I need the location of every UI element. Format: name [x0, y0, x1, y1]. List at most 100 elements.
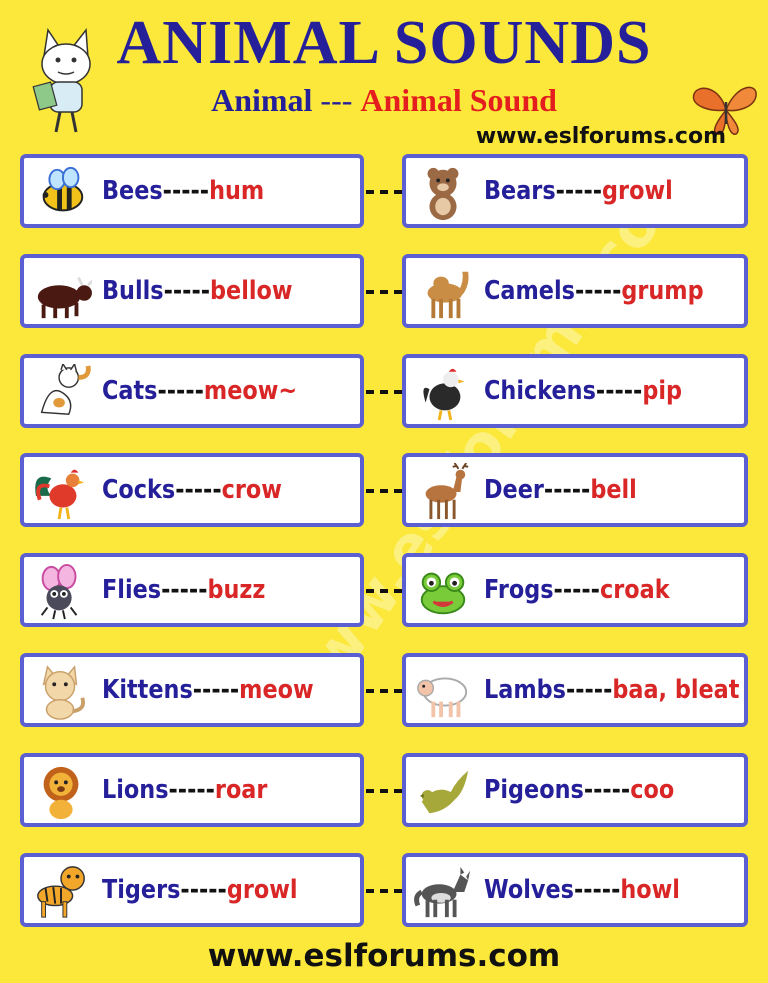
animal-card-wolves: Wolves ----- howl: [402, 853, 748, 927]
animal-sound-text: Lambs ----- baa, bleat: [484, 657, 739, 723]
animal-name: Tigers: [102, 875, 181, 905]
animal-sound: meow: [239, 675, 314, 705]
animal-sound: roar: [214, 775, 268, 805]
animal-card-tigers: Tigers ----- growl: [20, 853, 364, 927]
bull-icon: [37, 276, 92, 319]
wolf-icon: [414, 866, 471, 918]
page-subtitle: Animal --- Animal Sound: [0, 80, 768, 120]
animal-card-chickens: Chickens ----- pip: [402, 354, 748, 428]
animal-sound-text: Flies ----- buzz: [102, 557, 265, 623]
animal-sound: crow: [221, 475, 282, 505]
subtitle-animal: Animal: [211, 82, 313, 118]
animal-card-flies: Flies ----- buzz: [20, 553, 364, 627]
chicken-icon: [423, 368, 465, 421]
animal-name: Bees: [102, 176, 163, 206]
rooster-icon: [35, 469, 85, 520]
animal-card-lions: Lions ----- roar: [20, 753, 364, 827]
connector-dash: [366, 689, 402, 693]
animal-sound-text: Frogs ----- croak: [484, 557, 670, 623]
animal-sound-text: Chickens ----- pip: [484, 358, 682, 424]
separator: -----: [595, 376, 643, 406]
separator: -----: [192, 675, 240, 705]
animal-name: Flies: [102, 575, 162, 605]
animal-card-pigeons: Pigeons ----- coo: [402, 753, 748, 827]
animal-sound: growl: [602, 176, 673, 206]
animal-name: Pigeons: [484, 775, 584, 805]
animal-sound-text: Kittens ----- meow: [102, 657, 314, 723]
fly-icon: [40, 563, 78, 620]
animal-sound: growl: [226, 875, 298, 905]
animal-name: Deer: [484, 475, 544, 505]
tiger-icon: [37, 866, 85, 918]
animal-sound: coo: [630, 775, 675, 805]
cat-icon: [40, 364, 91, 416]
site-link-top[interactable]: www.eslforums.com: [476, 124, 726, 149]
animal-sound-text: Bulls ----- bellow: [102, 258, 293, 324]
animal-sound-text: Cats ----- meow~: [102, 358, 297, 424]
animal-name: Kittens: [102, 675, 193, 705]
subtitle-animal-sound: Animal Sound: [360, 82, 557, 118]
animal-sound: buzz: [207, 575, 266, 605]
lamb-icon: [417, 677, 468, 718]
separator: -----: [565, 675, 613, 705]
animal-card-lambs: Lambs ----- baa, bleat: [402, 653, 748, 727]
separator: -----: [574, 276, 622, 306]
separator: -----: [168, 775, 215, 805]
animal-sound: howl: [620, 875, 680, 905]
separator: -----: [175, 475, 222, 505]
animal-name: Camels: [484, 276, 575, 306]
animal-sound: bellow: [210, 276, 293, 306]
animal-name: Lambs: [484, 675, 566, 705]
animal-sound: meow~: [203, 376, 298, 406]
animal-sound-text: Lions ----- roar: [102, 757, 267, 823]
animal-name: Lions: [102, 775, 169, 805]
separator: -----: [583, 775, 631, 805]
animal-sound-text: Bees ----- hum: [102, 158, 264, 224]
connector-dash: [366, 889, 402, 893]
bear-icon: [427, 167, 459, 221]
frog-icon: [420, 572, 466, 615]
separator: -----: [157, 376, 204, 406]
animal-name: Cats: [102, 376, 158, 406]
separator: -----: [555, 176, 603, 206]
animal-card-kittens: Kittens ----- meow: [20, 653, 364, 727]
separator: -----: [573, 875, 621, 905]
animal-card-bees: Bees ----- hum: [20, 154, 364, 228]
subtitle-separator: ---: [312, 82, 361, 118]
connector-dash: [366, 290, 402, 294]
animal-sound-text: Cocks ----- crow: [102, 457, 282, 523]
camel-icon: [427, 271, 469, 319]
animal-card-cats: Cats ----- meow~: [20, 354, 364, 428]
animal-card-camels: Camels ----- grump: [402, 254, 748, 328]
animal-sound-text: Wolves ----- howl: [484, 857, 680, 923]
animal-sound-text: Camels ----- grump: [484, 258, 704, 324]
animal-card-bulls: Bulls ----- bellow: [20, 254, 364, 328]
animal-name: Bears: [484, 176, 556, 206]
connector-dash: [366, 589, 402, 593]
connector-dash: [366, 390, 402, 394]
animal-card-cocks: Cocks ----- crow: [20, 453, 364, 527]
animal-sound: baa, bleat: [612, 675, 740, 705]
connector-dash: [366, 789, 402, 793]
separator: -----: [543, 475, 591, 505]
page-title: ANIMAL SOUNDS: [116, 9, 652, 77]
animal-sound-text: Deer ----- bell: [484, 457, 637, 523]
animal-card-frogs: Frogs ----- croak: [402, 553, 748, 627]
animal-name: Cocks: [102, 475, 176, 505]
animal-card-bears: Bears ----- growl: [402, 154, 748, 228]
site-link-bottom[interactable]: www.eslforums.com: [0, 938, 768, 974]
separator: -----: [161, 575, 208, 605]
animal-sound: hum: [209, 176, 265, 206]
kitten-icon: [42, 665, 86, 720]
animal-name: Chickens: [484, 376, 596, 406]
animal-sound-text: Pigeons ----- coo: [484, 757, 674, 823]
animal-sound: croak: [599, 575, 670, 605]
separator: -----: [162, 176, 210, 206]
animal-name: Wolves: [484, 875, 574, 905]
lion-icon: [43, 766, 79, 820]
animal-sound: bell: [590, 475, 637, 505]
animal-sound: grump: [621, 276, 704, 306]
animal-name: Frogs: [484, 575, 554, 605]
separator: -----: [180, 875, 227, 905]
deer-icon: [425, 463, 469, 520]
